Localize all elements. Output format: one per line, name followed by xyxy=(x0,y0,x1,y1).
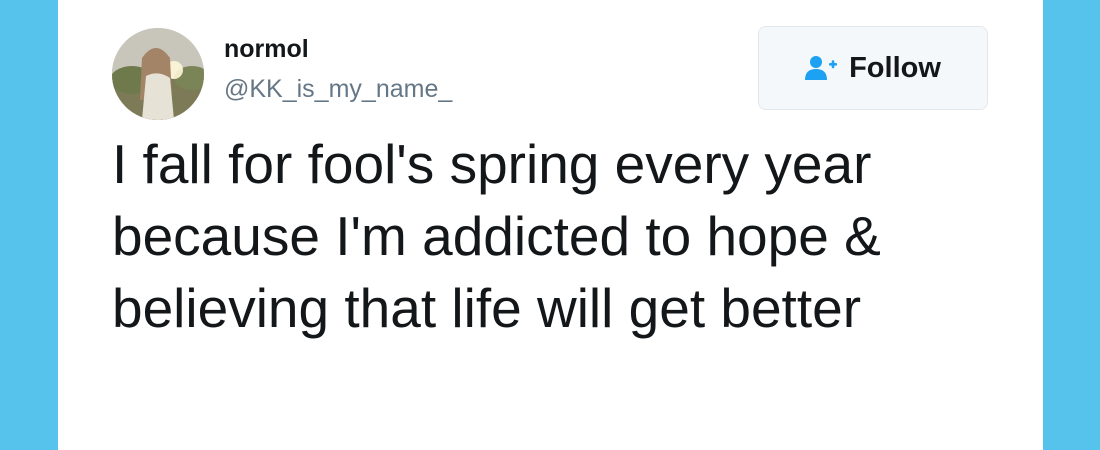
follow-button[interactable]: Follow xyxy=(758,26,988,110)
avatar[interactable] xyxy=(112,28,204,120)
profile-photo-icon xyxy=(112,28,204,120)
user-handle[interactable]: @KK_is_my_name_ xyxy=(224,74,452,104)
display-name[interactable]: normol xyxy=(224,34,452,64)
add-user-icon xyxy=(805,55,839,81)
tweet-text: I fall for fool's spring every year beca… xyxy=(112,133,881,339)
user-info: normol @KK_is_my_name_ xyxy=(224,34,452,104)
follow-button-label: Follow xyxy=(849,51,941,84)
tweet-card: normol @KK_is_my_name_ Follow I fall for… xyxy=(58,0,1043,450)
